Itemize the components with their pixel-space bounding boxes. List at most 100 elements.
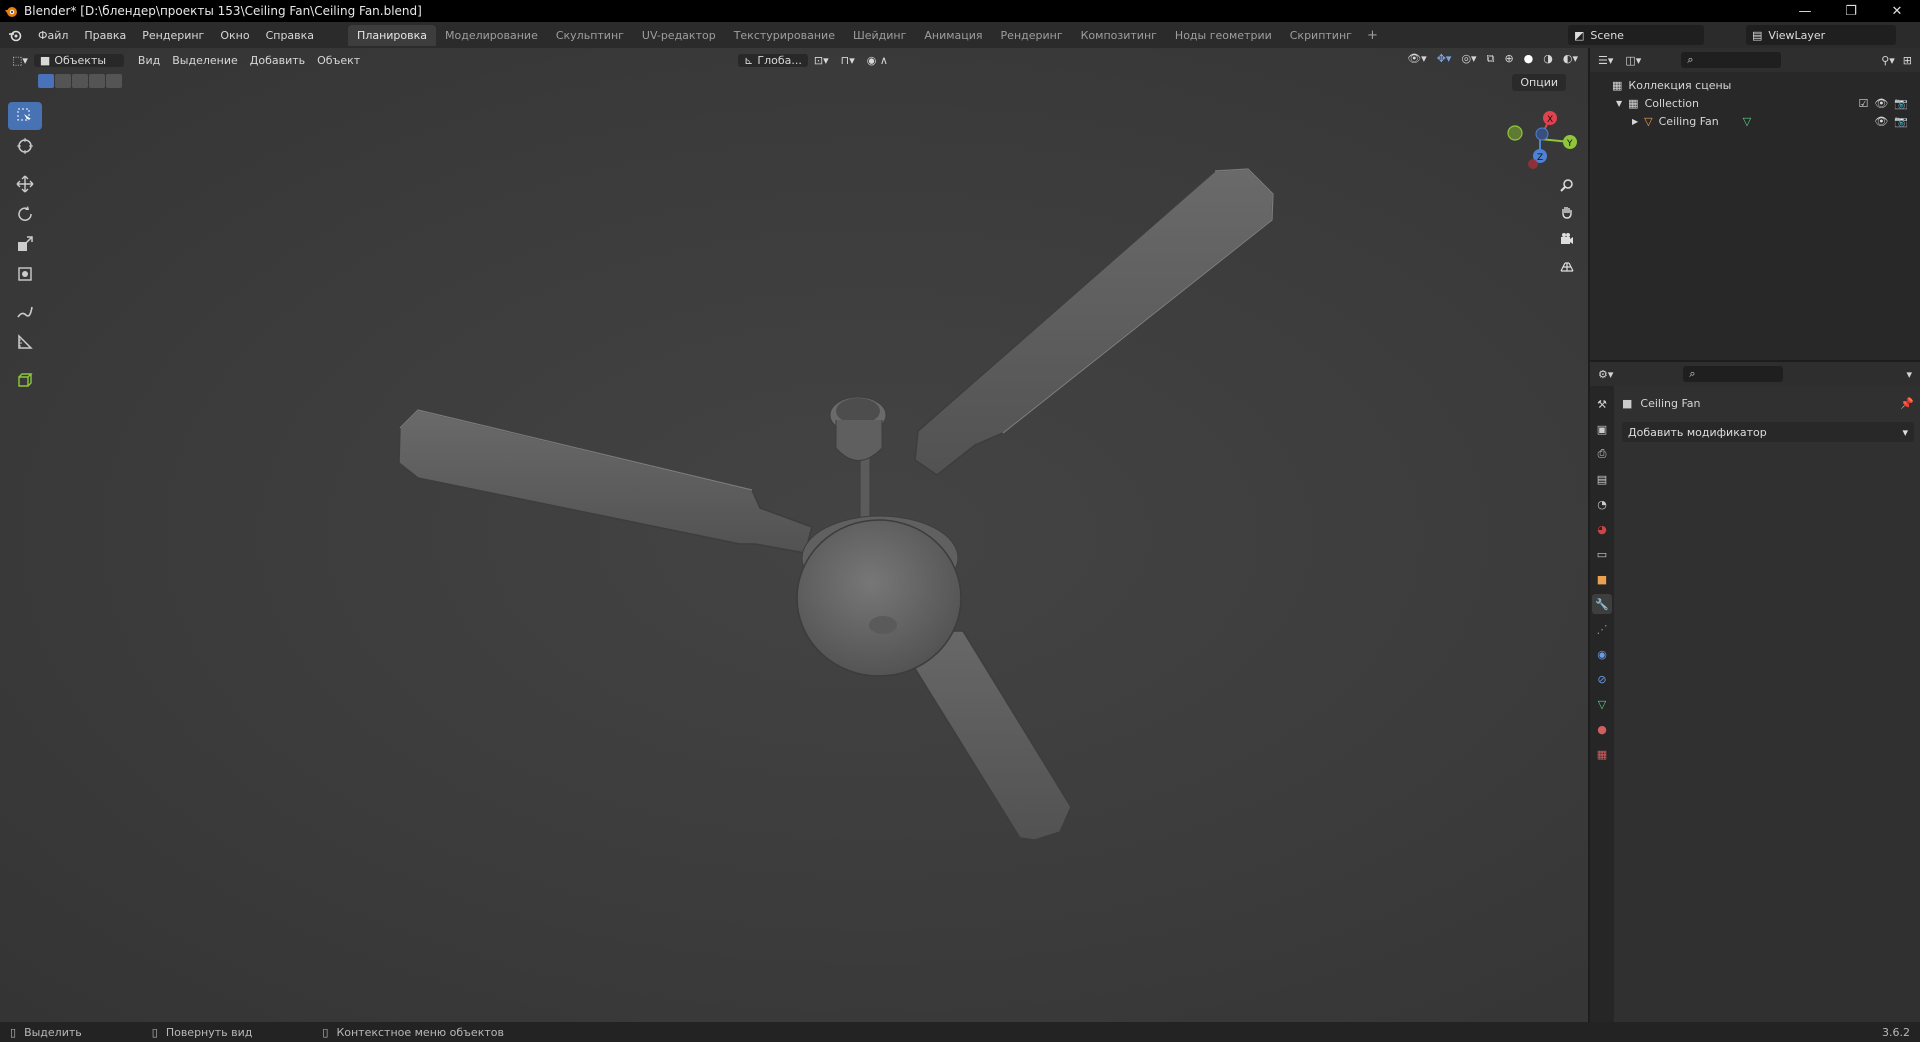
modifier-tab-icon[interactable]: 🔧 [1592,594,1612,614]
blender-logo-icon [0,0,22,22]
camera-icon[interactable]: 📷 [1894,97,1908,110]
zoom-icon[interactable] [1554,173,1580,196]
collection-icon: ▦ [1612,78,1623,92]
collection-icon: ▦ [1628,96,1639,110]
tab-rendering[interactable]: Рендеринг [992,25,1072,46]
scene-tab-icon[interactable]: ◔ [1592,494,1612,514]
texture-tab-icon[interactable]: ▦ [1592,744,1612,764]
tab-geometry-nodes[interactable]: Ноды геометрии [1166,25,1281,46]
outliner-search-input[interactable]: ⌕ [1681,52,1782,68]
mesh-data-icon[interactable]: ▽ [1743,115,1751,128]
tree-row-ceiling-fan[interactable]: ▶ ▽ Ceiling Fan ▽ 👁 📷 [1590,112,1920,130]
tab-texture-paint[interactable]: Текстурирование [725,25,844,46]
3d-viewport[interactable]: ⬚▾ ■ Объекты Вид Выделение Добавить Объе… [0,48,1588,1022]
output-tab-icon[interactable]: ⎙ [1592,444,1612,464]
tab-layout[interactable]: Планировка [348,24,437,46]
camera-icon[interactable]: 📷 [1894,115,1908,128]
blender-menu-icon[interactable] [0,28,30,42]
view-layer-icon: ▤ [1752,28,1763,42]
top-menu-bar: Файл Правка Рендеринг Окно Справка Плани… [0,22,1920,48]
scene-selector[interactable]: ◩ Scene [1568,25,1704,45]
pin-icon[interactable]: 📌 [1900,397,1914,410]
version-label: 3.6.2 [1882,1025,1910,1039]
view-layer-tab-icon[interactable]: ▤ [1592,469,1612,489]
tree-row-scene-collection[interactable]: ▦ Коллекция сцены [1590,76,1920,94]
add-modifier-label: Добавить модификатор [1628,425,1767,439]
navigation-buttons [1554,173,1580,277]
material-tab-icon[interactable]: ● [1592,719,1612,739]
eye-icon[interactable]: 👁 [1874,97,1888,110]
view-layer-name: ViewLayer [1768,28,1826,42]
object-label: Ceiling Fan [1658,114,1719,128]
status-select-label: Выделить [24,1025,82,1039]
fan-blade-right [914,168,1274,476]
collection-label: Collection [1644,96,1699,110]
collection-tab-icon[interactable]: ▭ [1592,544,1612,564]
tab-sculpting[interactable]: Скульптинг [547,25,633,46]
add-workspace-button[interactable]: + [1361,28,1384,43]
pan-hand-icon[interactable] [1554,200,1580,223]
fan-downrod [829,396,887,521]
mouse-right-icon: ▯ [322,1025,329,1039]
menu-edit[interactable]: Правка [76,29,134,42]
particles-tab-icon[interactable]: ⋰ [1592,619,1612,639]
perspective-toggle-icon[interactable] [1554,254,1580,277]
filter-icon[interactable]: ⚲▾ [1881,54,1895,67]
workspace-tabs: Планировка Моделирование Скульптинг UV-р… [348,22,1384,48]
outliner-header: ☰▾ ◫▾ ⌕ ⚲▾ ⊞ [1590,48,1920,72]
title-bar: Blender* [D:\блендер\проекты 153\Ceiling… [0,0,1920,22]
ceiling-fan-model[interactable] [0,48,1588,1022]
menu-render[interactable]: Рендеринг [134,29,212,42]
data-tab-icon[interactable]: ▽ [1592,694,1612,714]
menu-window[interactable]: Окно [212,29,257,42]
tab-scripting[interactable]: Скриптинг [1281,25,1361,46]
properties-search-input[interactable]: ⌕ [1683,366,1784,382]
checkbox-icon[interactable]: ☑ [1858,97,1868,110]
fan-motor-housing [796,515,962,677]
close-button[interactable]: ✕ [1874,0,1920,22]
add-modifier-dropdown[interactable]: Добавить модификатор ▾ [1622,422,1914,442]
minimize-button[interactable]: — [1782,0,1828,22]
object-name-label: Ceiling Fan [1640,396,1701,410]
tab-shading[interactable]: Шейдинг [844,25,915,46]
tree-row-collection[interactable]: ▼ ▦ Collection ☑ 👁 📷 [1590,94,1920,112]
outliner-panel: ☰▾ ◫▾ ⌕ ⚲▾ ⊞ ▦ Коллекция сцены ▼ ▦ Colle… [1590,48,1920,360]
tab-uv-editing[interactable]: UV-редактор [633,25,725,46]
scene-name: Scene [1590,28,1624,42]
properties-editor-icon[interactable]: ⚙▾ [1598,368,1613,381]
search-icon: ⌕ [1687,53,1694,66]
status-bar: ▯ Выделить ▯ Повернуть вид ▯ Контекстное… [0,1022,1920,1042]
x-axis-label: X [1547,115,1553,125]
expand-arrow-icon[interactable]: ▼ [1616,99,1622,108]
options-chevron-icon[interactable]: ▾ [1906,368,1912,381]
eye-icon[interactable]: 👁 [1874,115,1888,128]
camera-view-icon[interactable] [1554,227,1580,250]
scene-collection-label: Коллекция сцены [1628,78,1732,92]
mesh-object-icon: ▽ [1644,114,1653,128]
mouse-middle-icon: ▯ [151,1025,158,1039]
properties-header: ⚙▾ ⌕ ▾ [1590,362,1920,386]
world-tab-icon[interactable]: ◕ [1592,519,1612,539]
search-icon: ⌕ [1689,367,1696,380]
view-layer-selector[interactable]: ▤ ViewLayer [1746,25,1896,45]
maximize-button[interactable]: ❐ [1828,0,1874,22]
display-mode-icon[interactable]: ◫▾ [1625,54,1641,67]
navigation-gizmo[interactable]: X Y Z [1500,104,1580,174]
new-collection-icon[interactable]: ⊞ [1903,54,1912,67]
object-icon: ■ [1622,396,1633,410]
tab-modeling[interactable]: Моделирование [436,25,547,46]
menu-help[interactable]: Справка [258,29,322,42]
physics-tab-icon[interactable]: ◉ [1592,644,1612,664]
tab-compositing[interactable]: Композитинг [1072,25,1166,46]
object-tab-icon[interactable]: ■ [1592,569,1612,589]
tab-animation[interactable]: Анимация [915,25,991,46]
z-axis-label: Z [1537,153,1543,163]
render-tab-icon[interactable]: ▣ [1592,419,1612,439]
status-rotate: ▯ Повернуть вид [152,1026,253,1039]
menu-file[interactable]: Файл [30,29,76,42]
constraints-tab-icon[interactable]: ⊘ [1592,669,1612,689]
modifier-properties: ■ Ceiling Fan 📌 Добавить модификатор ▾ [1616,386,1920,1022]
tool-tab-icon[interactable]: ⚒ [1592,394,1612,414]
expand-arrow-icon[interactable]: ▶ [1632,117,1638,126]
outliner-editor-icon[interactable]: ☰▾ [1598,54,1613,67]
